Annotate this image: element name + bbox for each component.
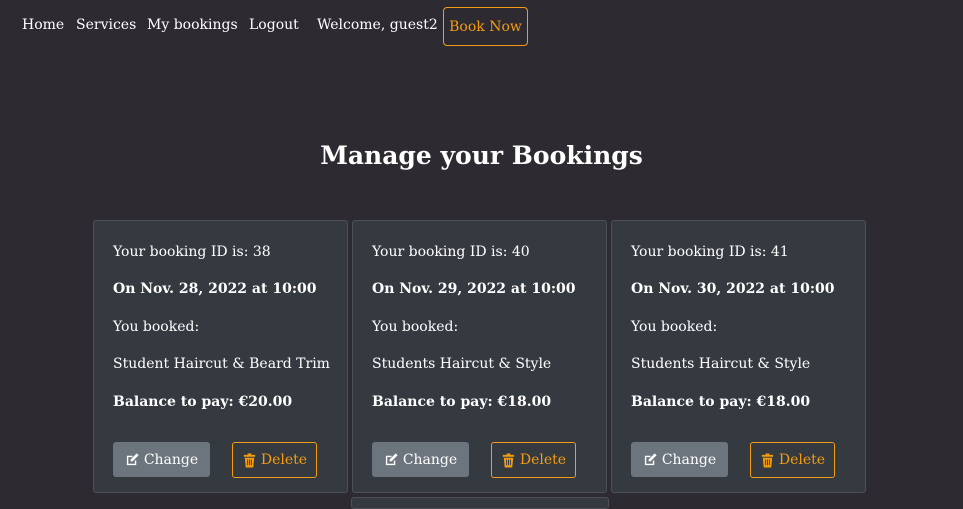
trash-icon: [242, 452, 257, 468]
change-button[interactable]: Change: [372, 442, 469, 477]
booked-label: You booked:: [631, 319, 718, 335]
booking-card: Your booking ID is: 38 On Nov. 28, 2022 …: [93, 220, 348, 493]
welcome-message: Welcome, guest2: [317, 17, 438, 33]
change-button-label: Change: [402, 451, 458, 468]
change-button-label: Change: [143, 451, 199, 468]
booking-date: On Nov. 29, 2022 at 10:00: [372, 281, 576, 297]
balance-to-pay: Balance to pay: €18.00: [631, 394, 811, 410]
nav-my-bookings-link[interactable]: My bookings: [147, 17, 238, 33]
booked-label: You booked:: [113, 319, 200, 335]
change-button[interactable]: Change: [631, 442, 728, 477]
edit-icon: [125, 452, 140, 467]
booked-label: You booked:: [372, 319, 459, 335]
change-button[interactable]: Change: [113, 442, 210, 477]
booking-card: Your booking ID is: 40 On Nov. 29, 2022 …: [352, 220, 607, 493]
delete-button-label: Delete: [260, 452, 308, 468]
delete-button[interactable]: Delete: [750, 442, 835, 478]
nav-home-link[interactable]: Home: [22, 17, 64, 33]
booking-date: On Nov. 28, 2022 at 10:00: [113, 281, 317, 297]
nav-logout-link[interactable]: Logout: [249, 17, 299, 33]
edit-icon: [384, 452, 399, 467]
booking-card-partial: [351, 497, 609, 509]
book-now-button[interactable]: Book Now: [443, 7, 528, 46]
trash-icon: [760, 452, 775, 468]
booking-card: Your booking ID is: 41 On Nov. 30, 2022 …: [611, 220, 866, 493]
nav-services-link[interactable]: Services: [76, 17, 136, 33]
page-title: Manage your Bookings: [320, 141, 643, 170]
booking-date: On Nov. 30, 2022 at 10:00: [631, 281, 835, 297]
booking-id: Your booking ID is: 40: [372, 244, 530, 260]
navbar: Home Services My bookings Logout Welcome…: [0, 0, 963, 52]
trash-icon: [501, 452, 516, 468]
booked-service: Students Haircut & Style: [372, 356, 552, 372]
booking-id: Your booking ID is: 38: [113, 244, 271, 260]
booking-id: Your booking ID is: 41: [631, 244, 789, 260]
change-button-label: Change: [661, 451, 717, 468]
booked-service: Student Haircut & Beard Trim: [113, 356, 330, 372]
booked-service: Students Haircut & Style: [631, 356, 811, 372]
delete-button[interactable]: Delete: [491, 442, 576, 478]
balance-to-pay: Balance to pay: €18.00: [372, 394, 552, 410]
balance-to-pay: Balance to pay: €20.00: [113, 394, 293, 410]
edit-icon: [643, 452, 658, 467]
delete-button[interactable]: Delete: [232, 442, 317, 478]
delete-button-label: Delete: [778, 452, 826, 468]
delete-button-label: Delete: [519, 452, 567, 468]
